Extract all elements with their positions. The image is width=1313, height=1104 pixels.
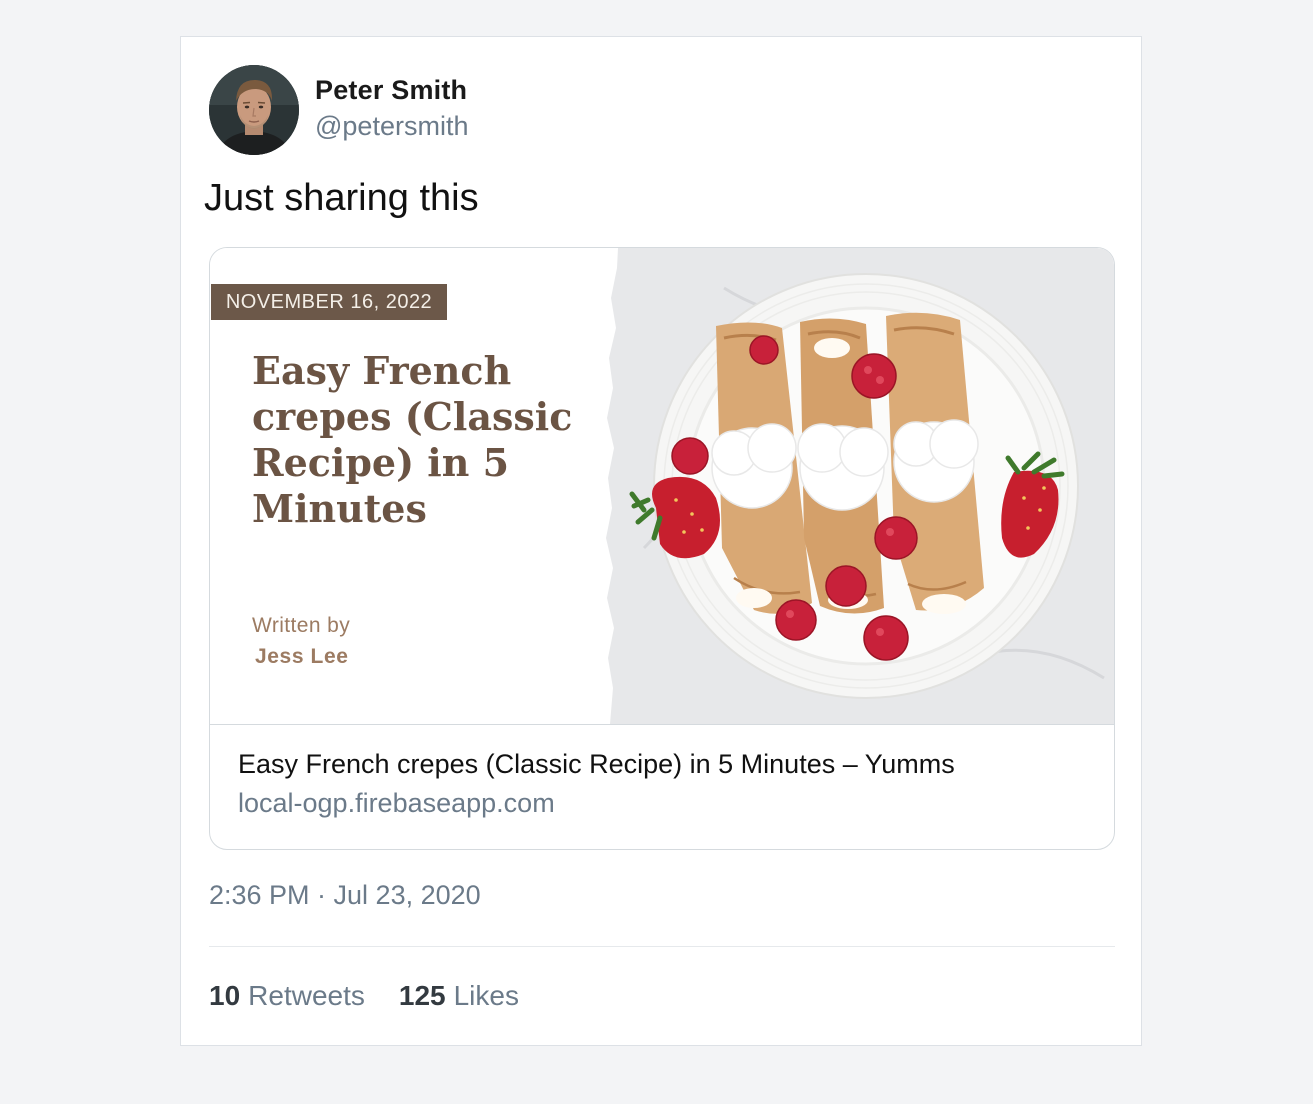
retweets-label: Retweets — [248, 980, 365, 1011]
link-preview-card[interactable]: NOVEMBER 16, 2022 Easy French crepes (Cl… — [209, 247, 1115, 850]
author-handle[interactable]: @petersmith — [315, 111, 468, 142]
link-preview-image: NOVEMBER 16, 2022 Easy French crepes (Cl… — [210, 248, 1114, 724]
retweets-count: 10 — [209, 980, 241, 1011]
likes-label: Likes — [453, 980, 519, 1011]
preview-author-name: Jess Lee — [255, 645, 349, 668]
link-preview-title[interactable]: Easy French crepes (Classic Recipe) in 5… — [238, 749, 955, 780]
likes-stat[interactable]: 125 Likes — [399, 980, 519, 1012]
tweet-text: Just sharing this — [204, 177, 479, 219]
preview-headline: Easy French crepes (Classic Recipe) in 5… — [252, 348, 573, 531]
tweet-timestamp[interactable]: 2:36 PM · Jul 23, 2020 — [209, 880, 481, 911]
tweet-stats: 10 Retweets 125 Likes — [209, 980, 519, 1012]
preview-date-banner: NOVEMBER 16, 2022 — [211, 284, 447, 320]
link-preview-meta[interactable]: Easy French crepes (Classic Recipe) in 5… — [210, 724, 1114, 849]
tweet-card: Peter Smith @petersmith Just sharing thi… — [180, 36, 1142, 1046]
link-preview-domain[interactable]: local-ogp.firebaseapp.com — [238, 788, 555, 819]
divider — [209, 946, 1115, 947]
author-name[interactable]: Peter Smith — [315, 75, 467, 106]
avatar-photo — [209, 65, 299, 155]
preview-written-by-label: Written by — [252, 614, 351, 637]
likes-count: 125 — [398, 980, 446, 1011]
retweets-stat[interactable]: 10 Retweets — [209, 980, 365, 1012]
crepes-photo — [606, 248, 1114, 724]
author-avatar[interactable] — [209, 65, 299, 155]
